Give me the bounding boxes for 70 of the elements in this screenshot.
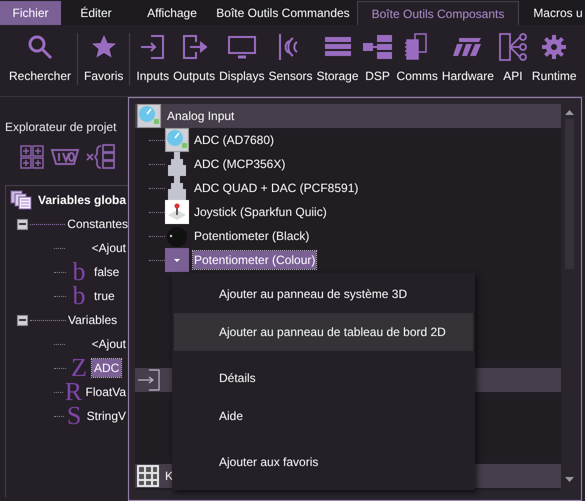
type-glyph: b — [72, 260, 86, 284]
menu-tab[interactable]: Fichier — [0, 1, 61, 25]
tree-item[interactable]: StringV — [84, 407, 128, 425]
io-icon[interactable] — [50, 148, 80, 166]
menu-tab[interactable]: Boîte Outils Commandes — [213, 1, 353, 25]
toolbar-button[interactable]: Sensors — [266, 31, 314, 89]
category-header[interactable]: K — [165, 467, 174, 485]
menu-item[interactable]: Ajouter au panneau de système 3D — [174, 275, 473, 313]
menu-tab[interactable]: Affichage — [131, 1, 213, 25]
gear-icon — [541, 34, 568, 60]
block-diagram-icon — [362, 34, 393, 60]
component-item[interactable]: ADC (MCP356X) — [193, 155, 286, 173]
tree-item[interactable]: <Ajout — [90, 239, 128, 257]
toolbar-button[interactable]: Rechercher — [7, 31, 74, 89]
component-item[interactable]: Potentiometer (Colour) — [193, 251, 316, 269]
grid-icon[interactable] — [20, 145, 44, 169]
panel-title: Explorateur de projet — [5, 119, 116, 136]
collapse-toggle[interactable] — [17, 314, 28, 326]
menu-item[interactable]: Aide — [174, 397, 473, 435]
tree-item[interactable]: ADC — [92, 359, 122, 377]
stepped-block-icon — [165, 176, 189, 200]
pages-icon — [10, 190, 32, 210]
stepped-block-icon — [165, 152, 189, 176]
toolbar-button[interactable]: Storage — [314, 31, 361, 89]
component-item[interactable]: Potentiometer (Black) — [193, 227, 310, 245]
type-glyph: b — [72, 284, 86, 308]
tree-item[interactable]: Variables globa — [38, 191, 126, 209]
tree-item[interactable]: Constantes — [67, 215, 128, 233]
tree-item[interactable]: <Ajout — [90, 335, 128, 353]
input-icon — [137, 368, 161, 392]
gauge-icon — [137, 104, 161, 128]
menu-tab[interactable]: Macros u — [523, 1, 585, 25]
collapse-toggle[interactable] — [17, 218, 28, 230]
toolbar-button[interactable]: API — [496, 31, 530, 89]
toolbar-button[interactable]: DSP — [360, 31, 395, 89]
component-item[interactable]: Joystick (Sparkfun Quiic) — [193, 203, 328, 221]
monitor-icon — [226, 34, 257, 60]
category-header[interactable]: Analog Input — [167, 107, 234, 125]
component-item[interactable]: ADC (AD7680) — [193, 131, 276, 149]
toolbar-button[interactable]: Outputs — [171, 31, 218, 89]
scroll-up-icon[interactable] — [564, 110, 574, 115]
variable-icon[interactable] — [86, 144, 116, 170]
network-icon — [498, 32, 528, 62]
toolbar-button[interactable]: Displays — [217, 31, 266, 89]
menu-item[interactable]: Ajouter aux favoris — [174, 443, 473, 481]
star-icon — [90, 34, 117, 60]
menu-tab[interactable]: Éditer — [61, 1, 131, 25]
gauge-icon — [165, 128, 189, 152]
scroll-down-icon[interactable] — [564, 477, 574, 482]
type-glyph: R — [64, 380, 82, 404]
toolbar-button[interactable]: Hardware — [440, 31, 496, 89]
toolbar-button[interactable]: Comms — [394, 31, 440, 89]
component-item[interactable]: ADC QUAD + DAC (PCF8591) — [193, 179, 360, 197]
menu-tab[interactable]: Boîte Outils Composants — [357, 1, 519, 25]
type-glyph: Z — [71, 356, 87, 380]
toolbar-button[interactable]: Inputs — [134, 31, 172, 89]
keypad-icon — [137, 465, 159, 487]
toolbar-button[interactable]: Runtime — [530, 31, 579, 89]
type-glyph: S — [66, 404, 82, 428]
tree-item[interactable]: FloatVa — [84, 383, 128, 401]
menu-item[interactable]: Ajouter au panneau de tableau de bord 2D — [174, 313, 473, 351]
tree-item[interactable]: false — [92, 263, 122, 281]
joystick-icon — [165, 200, 189, 224]
output-icon — [181, 34, 208, 60]
input-icon — [140, 34, 166, 60]
menu-item[interactable]: Détails — [174, 359, 473, 397]
search-icon — [27, 34, 54, 60]
tree-item[interactable]: Variables — [68, 311, 118, 329]
toolbar-button[interactable]: Favoris — [82, 31, 126, 89]
tree-item[interactable]: true — [92, 287, 117, 305]
